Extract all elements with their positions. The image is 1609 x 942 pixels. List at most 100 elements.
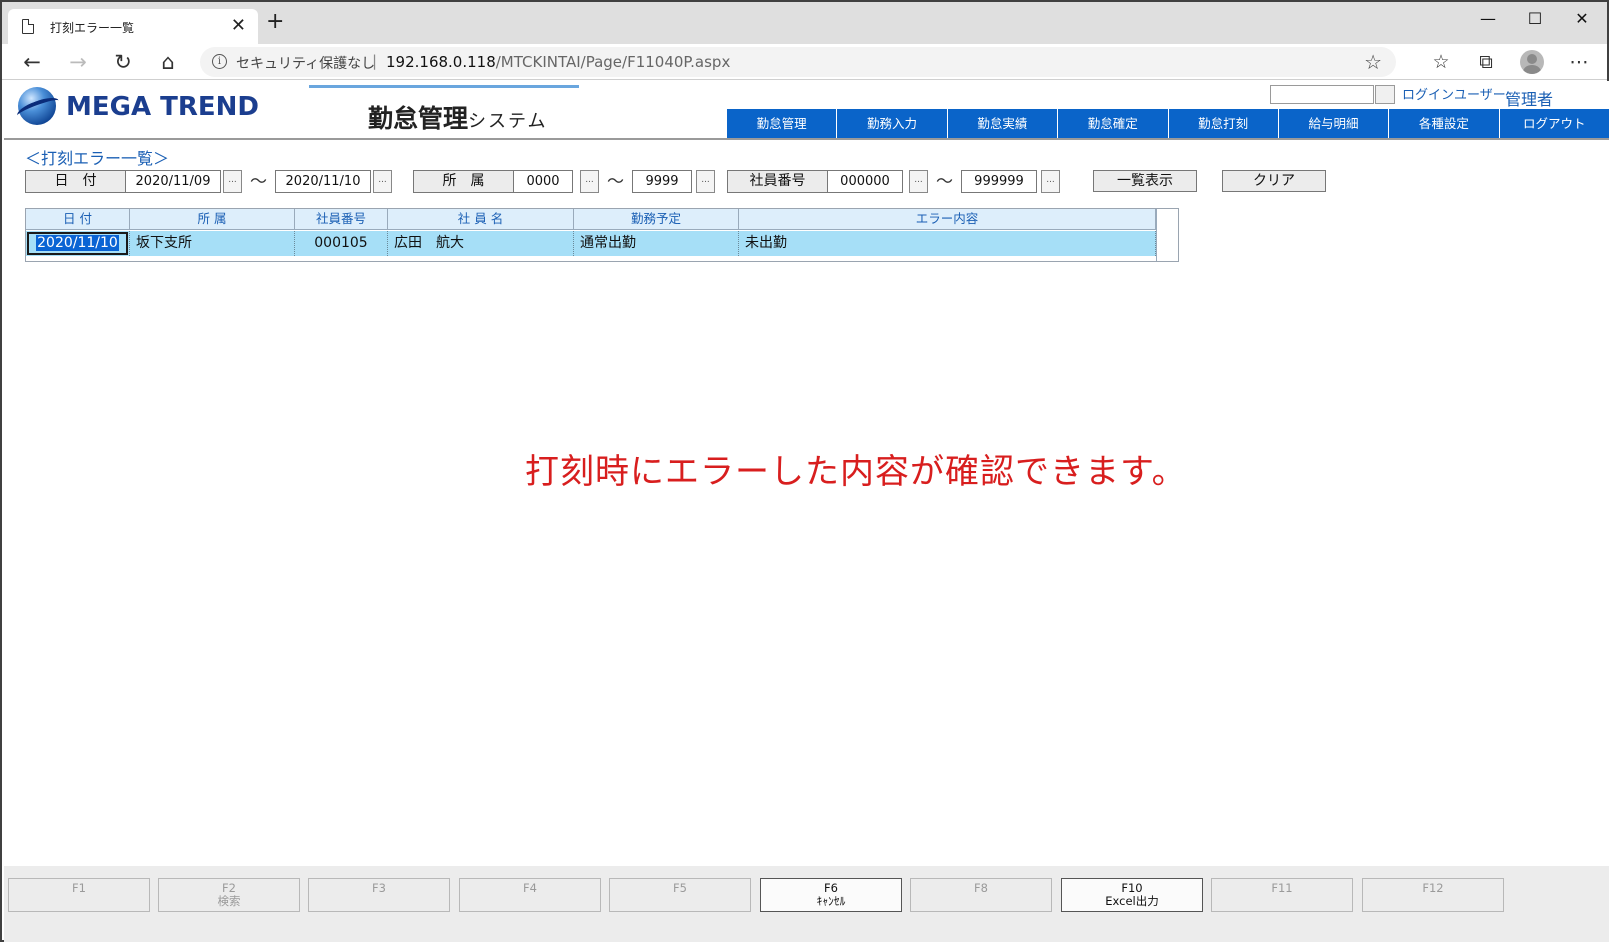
cell-emp-name[interactable]: 広田 航大: [388, 231, 574, 256]
forward-icon[interactable]: →: [64, 49, 92, 75]
menu-kintai-kanri[interactable]: 勤怠管理: [726, 109, 837, 138]
menu-kakushu-settei[interactable]: 各種設定: [1388, 109, 1499, 138]
range-tilde: 〜: [250, 172, 267, 192]
info-icon[interactable]: i: [212, 54, 227, 69]
dept-from-picker-button[interactable]: ...: [580, 170, 599, 193]
fkey-name: F1: [72, 881, 86, 895]
profile-avatar[interactable]: [1520, 50, 1544, 74]
col-emp-no[interactable]: 社員番号: [295, 209, 388, 229]
app-page: MEGA TREND 勤怠管理システム ログインユーザー: 管理者 勤怠管理 勤…: [4, 81, 1609, 942]
info-notice: 打刻時にエラーした内容が確認できます。: [525, 452, 1187, 492]
f6-cancel-button[interactable]: F6 ｷｬﾝｾﾙ: [760, 878, 902, 912]
logo-text: MEGA TREND: [66, 92, 260, 122]
window-close-icon[interactable]: ✕: [1559, 6, 1605, 32]
address-separator: |: [372, 52, 378, 70]
f3-button[interactable]: F3: [308, 878, 450, 912]
login-user-label: ログインユーザー:: [1402, 88, 1511, 103]
browser-toolbar: ← → ↻ ⌂ i セキュリティ保護なし | 192.168.0.118/MTC…: [2, 44, 1607, 80]
cell-date[interactable]: 2020/11/10: [26, 231, 130, 256]
dept-from-input[interactable]: 0000: [513, 170, 573, 193]
col-date[interactable]: 日 付: [26, 209, 130, 229]
login-button[interactable]: [1375, 85, 1395, 104]
date-to-picker-button[interactable]: ...: [373, 170, 392, 193]
date-to-input[interactable]: 2020/11/10: [275, 170, 371, 193]
browser-tab[interactable]: 打刻エラー一覧 ✕: [8, 9, 258, 44]
f5-button[interactable]: F5: [609, 878, 751, 912]
cell-dept[interactable]: 坂下支所: [130, 231, 295, 256]
menu-kintai-dakoku[interactable]: 勤怠打刻: [1167, 109, 1278, 138]
fkey-name: F3: [372, 881, 386, 895]
menu-kinmu-nyuryoku[interactable]: 勤務入力: [836, 109, 947, 138]
login-input[interactable]: [1270, 85, 1374, 104]
emp-to-picker-button[interactable]: ...: [1041, 170, 1060, 193]
col-dept[interactable]: 所 属: [130, 209, 295, 229]
cell-emp-no[interactable]: 000105: [295, 231, 388, 256]
security-text: セキュリティ保護なし: [236, 56, 376, 72]
clear-button[interactable]: クリア: [1222, 170, 1326, 192]
fkey-name: F11: [1271, 881, 1293, 895]
dept-to-picker-button[interactable]: ...: [696, 170, 715, 193]
new-tab-icon[interactable]: +: [266, 11, 284, 33]
menu-kintai-jisseki[interactable]: 勤怠実績: [946, 109, 1058, 138]
fkey-label: ｷｬﾝｾﾙ: [816, 894, 846, 908]
emp-to-input[interactable]: 999999: [961, 170, 1037, 193]
col-emp-name[interactable]: 社 員 名: [388, 209, 574, 229]
tab-strip: 打刻エラー一覧 ✕ + — ☐ ✕: [2, 2, 1607, 44]
fkey-label: Excel出力: [1105, 894, 1159, 908]
col-error[interactable]: エラー内容: [739, 209, 1156, 229]
col-schedule[interactable]: 勤務予定: [574, 209, 739, 229]
emp-from-input[interactable]: 000000: [827, 170, 903, 193]
cell-schedule[interactable]: 通常出勤: [574, 231, 739, 256]
fkey-label: 検索: [217, 894, 241, 908]
favorite-star-icon[interactable]: ☆: [1364, 50, 1382, 74]
fkey-name: F8: [974, 881, 988, 895]
menu-kyuyo-meisai[interactable]: 給与明細: [1277, 109, 1389, 138]
grid-header: 日 付 所 属 社員番号 社 員 名 勤務予定 エラー内容: [26, 209, 1156, 230]
menu-logout[interactable]: ログアウト: [1498, 109, 1609, 138]
f1-button[interactable]: F1: [8, 878, 150, 912]
fkey-name: F5: [673, 881, 687, 895]
page-title: ＜打刻エラー一覧＞: [25, 149, 170, 168]
header-divider: [4, 138, 1609, 140]
cell-error[interactable]: 未出勤: [739, 231, 1156, 256]
minimize-icon[interactable]: —: [1465, 6, 1511, 32]
fkey-name: F12: [1422, 881, 1444, 895]
menu-kintai-kakutei[interactable]: 勤怠確定: [1057, 109, 1168, 138]
f2-button[interactable]: F2 検索: [158, 878, 300, 912]
f11-button[interactable]: F11: [1211, 878, 1353, 912]
table-row[interactable]: 2020/11/10 坂下支所 000105 広田 航大 通常出勤 未出勤: [26, 231, 1156, 256]
f10-excel-button[interactable]: F10 Excel出力: [1061, 878, 1203, 912]
more-menu-icon[interactable]: ⋯: [1564, 49, 1594, 75]
grid-scrollbar[interactable]: [1156, 209, 1178, 261]
list-display-button[interactable]: 一覧表示: [1093, 170, 1197, 192]
page-icon: [22, 19, 34, 34]
address-bar[interactable]: i セキュリティ保護なし | 192.168.0.118/MTCKINTAI/P…: [200, 47, 1396, 77]
dept-to-input[interactable]: 9999: [632, 170, 692, 193]
emp-no-label: 社員番号: [727, 170, 828, 193]
refresh-icon[interactable]: ↻: [109, 49, 137, 75]
system-title-main: 勤怠管理: [368, 104, 469, 133]
url-host: 192.168.0.118: [386, 53, 496, 71]
system-title: 勤怠管理システム: [368, 99, 547, 135]
maximize-icon[interactable]: ☐: [1512, 6, 1558, 32]
url-text[interactable]: 192.168.0.118/MTCKINTAI/Page/F11040P.asp…: [386, 53, 730, 71]
favorites-icon[interactable]: ☆: [1426, 49, 1456, 75]
collections-icon[interactable]: ⧉: [1471, 49, 1501, 75]
tab-title: 打刻エラー一覧: [50, 21, 135, 35]
emp-from-picker-button[interactable]: ...: [909, 170, 928, 193]
error-list-grid: 日 付 所 属 社員番号 社 員 名 勤務予定 エラー内容 2020/11/10…: [25, 208, 1179, 262]
dept-label: 所 属: [413, 170, 514, 193]
date-from-picker-button[interactable]: ...: [223, 170, 242, 193]
date-from-input[interactable]: 2020/11/09: [125, 170, 221, 193]
login-user-name: 管理者: [1505, 90, 1554, 109]
home-icon[interactable]: ⌂: [154, 49, 182, 75]
title-accent-line: [309, 85, 579, 88]
f4-button[interactable]: F4: [459, 878, 601, 912]
f12-button[interactable]: F12: [1362, 878, 1504, 912]
company-logo: MEGA TREND: [14, 87, 286, 127]
fkey-name: F4: [523, 881, 537, 895]
tab-close-icon[interactable]: ✕: [231, 15, 246, 36]
browser-window: 打刻エラー一覧 ✕ + — ☐ ✕ ← → ↻ ⌂ i セキュリティ保護なし |…: [0, 0, 1609, 942]
f8-button[interactable]: F8: [910, 878, 1052, 912]
back-icon[interactable]: ←: [18, 49, 46, 75]
